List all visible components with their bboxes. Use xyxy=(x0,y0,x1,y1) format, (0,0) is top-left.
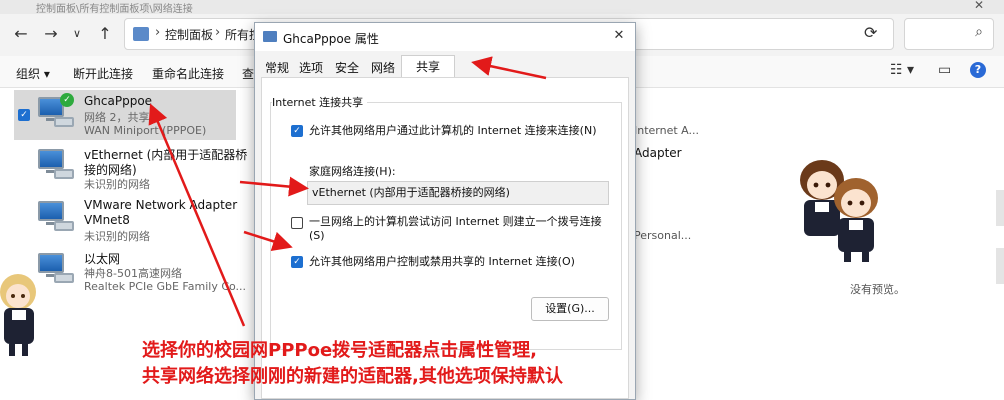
arrow-to-allow-control xyxy=(243,230,293,251)
arrow-to-pppoe-item xyxy=(148,103,246,327)
annotation-line-2: 共享网络选择刚刚的新建的适配器,其他选项保持默认 xyxy=(142,366,563,387)
arrow-to-home-network xyxy=(239,176,309,197)
annotation-line-1: 选择你的校园网PPPoe拨号适配器点击属性管理, xyxy=(142,340,537,361)
arrow-to-sharing-tab xyxy=(471,56,547,80)
